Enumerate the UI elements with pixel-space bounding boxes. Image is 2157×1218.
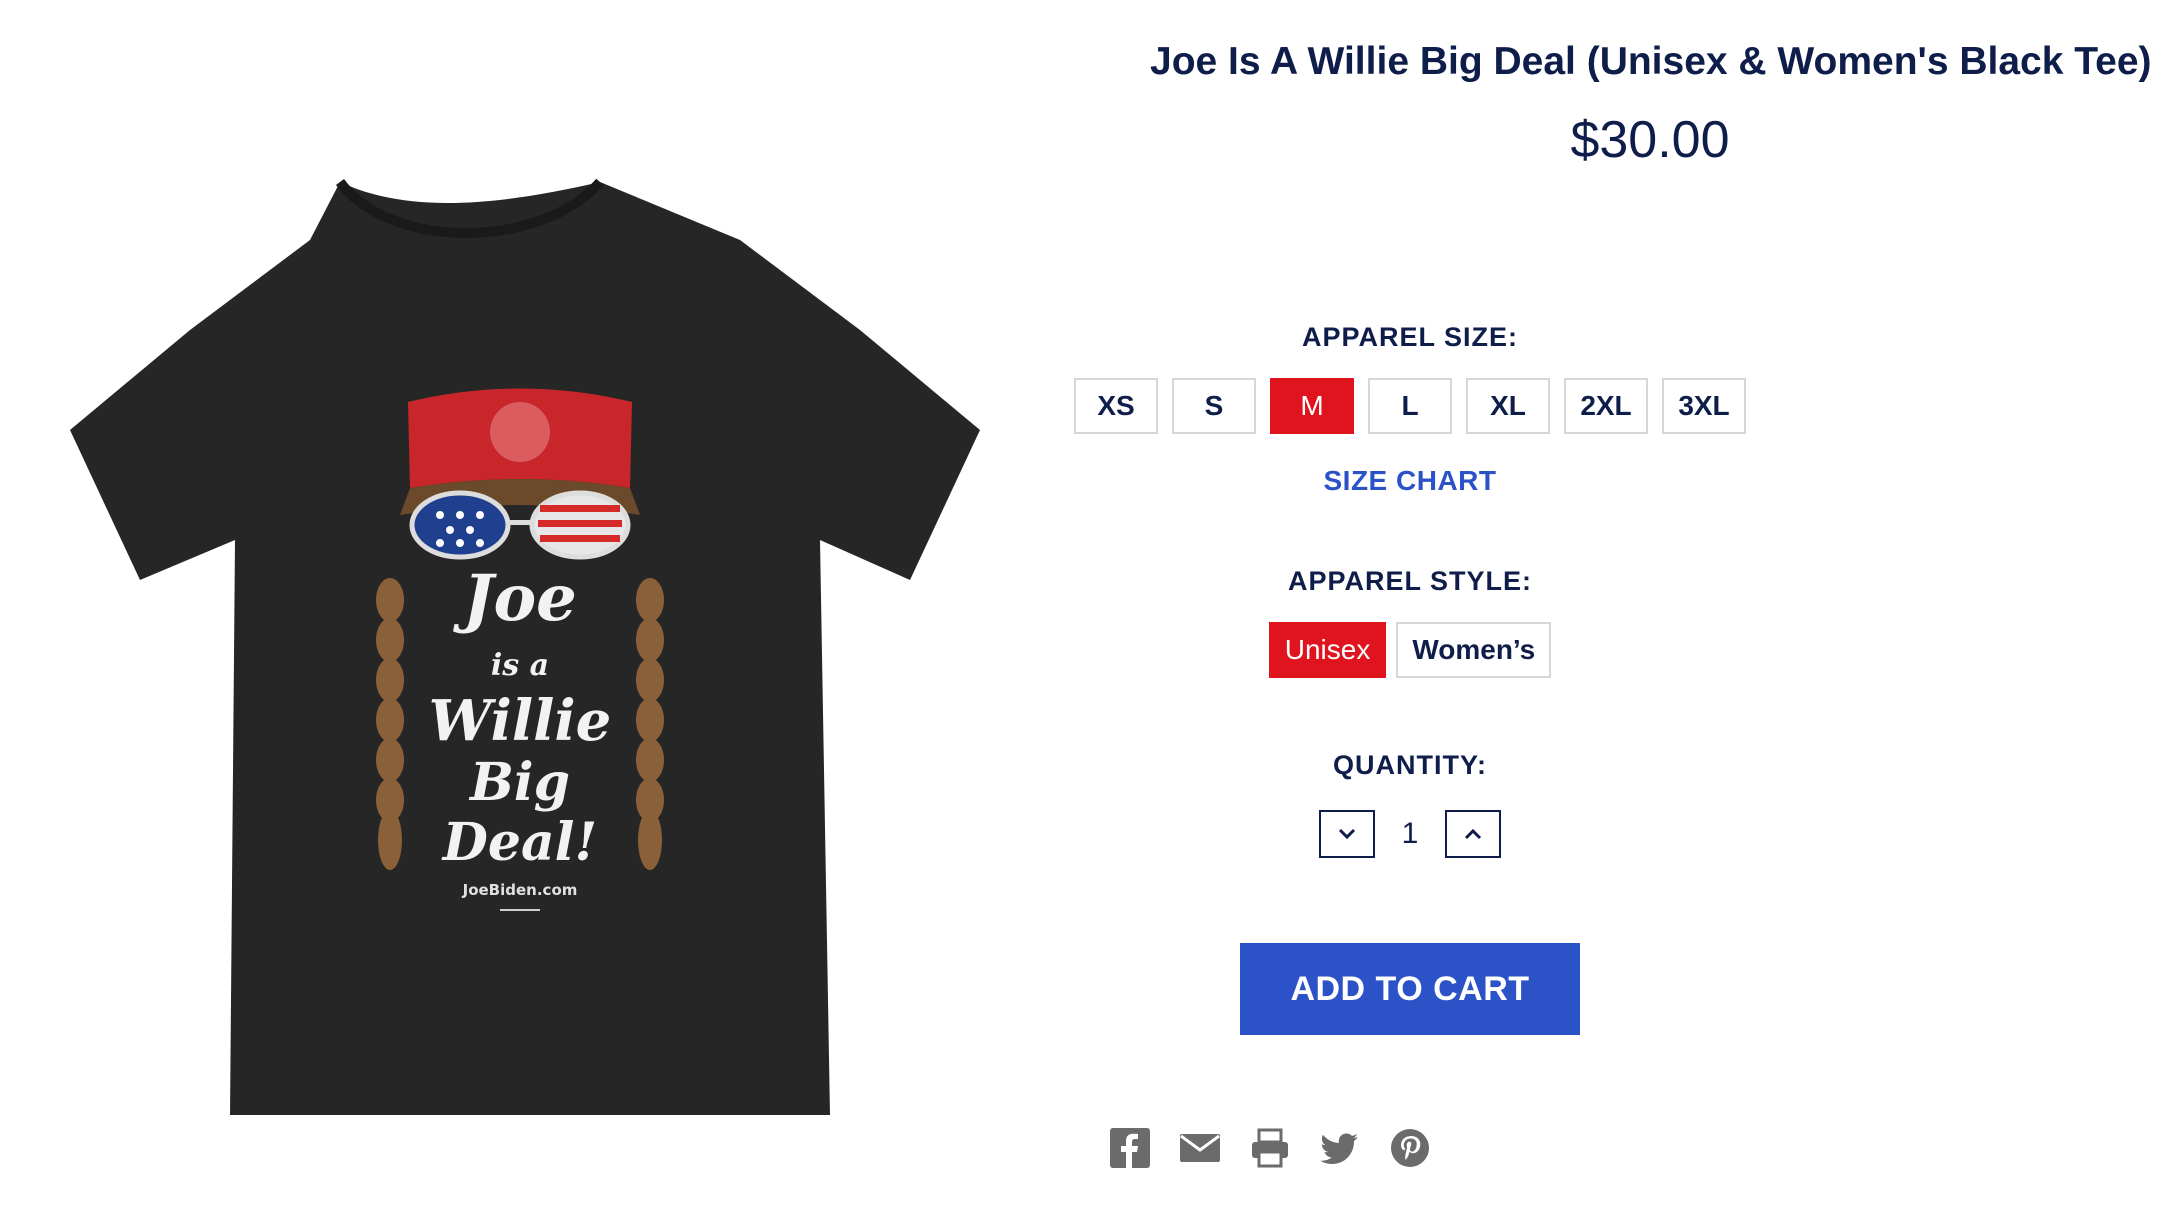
apparel-style-label: APPAREL STYLE: xyxy=(1287,566,1533,596)
size-chart-link[interactable]: SIZE CHART xyxy=(1324,465,1497,496)
email-icon[interactable] xyxy=(1180,1128,1220,1168)
product-title: Joe Is A Willie Big Deal (Unisex & Women… xyxy=(1150,40,2152,83)
size-option-3xl[interactable]: 3XL xyxy=(1662,378,1746,434)
quantity-value[interactable]: 1 xyxy=(1375,817,1445,851)
quantity-decrease-button[interactable] xyxy=(1319,810,1375,858)
apparel-size-section: APPAREL SIZE: xyxy=(910,322,1910,353)
shirt-text-url: JoeBiden.com xyxy=(462,881,578,899)
share-bar xyxy=(1110,1128,1430,1168)
shirt-text-line2: is a xyxy=(491,648,549,683)
shirt-text-line1: Joe xyxy=(452,561,577,636)
size-option-l[interactable]: L xyxy=(1368,378,1452,434)
product-details: Joe Is A Willie Big Deal (Unisex & Women… xyxy=(1074,0,2152,1218)
product-image[interactable]: Joe is a Willie Big Deal! JoeBiden.com xyxy=(40,170,1000,1130)
size-option-xs[interactable]: XS xyxy=(1074,378,1158,434)
style-options: Unisex Women’s xyxy=(910,622,1910,678)
shirt-text-line5: Deal! xyxy=(441,812,597,873)
apparel-size-label: APPAREL SIZE: xyxy=(1301,322,1519,352)
size-option-xl[interactable]: XL xyxy=(1466,378,1550,434)
shirt-text-line4: Big xyxy=(468,752,570,813)
tshirt-graphic: Joe is a Willie Big Deal! JoeBiden.com xyxy=(70,178,980,1115)
chevron-down-icon xyxy=(1338,828,1356,840)
chevron-up-icon xyxy=(1464,828,1482,840)
facebook-icon[interactable] xyxy=(1110,1128,1150,1168)
product-price: $30.00 xyxy=(1570,111,1730,169)
twitter-icon[interactable] xyxy=(1320,1128,1360,1168)
style-option-unisex[interactable]: Unisex xyxy=(1268,622,1387,678)
pinterest-icon[interactable] xyxy=(1390,1128,1430,1168)
size-option-m[interactable]: M xyxy=(1270,378,1354,434)
size-option-s[interactable]: S xyxy=(1172,378,1256,434)
style-option-womens[interactable]: Women’s xyxy=(1396,622,1552,678)
size-option-2xl[interactable]: 2XL xyxy=(1564,378,1648,434)
print-icon[interactable] xyxy=(1250,1128,1290,1168)
quantity-label: QUANTITY: xyxy=(1333,750,1487,780)
shirt-text-line3: Willie xyxy=(429,688,612,754)
quantity-increase-button[interactable] xyxy=(1445,810,1501,858)
quantity-stepper: 1 xyxy=(910,810,1910,858)
add-to-cart-button[interactable]: ADD TO CART xyxy=(1240,943,1580,1035)
size-options: XS S M L XL 2XL 3XL xyxy=(910,378,1910,434)
